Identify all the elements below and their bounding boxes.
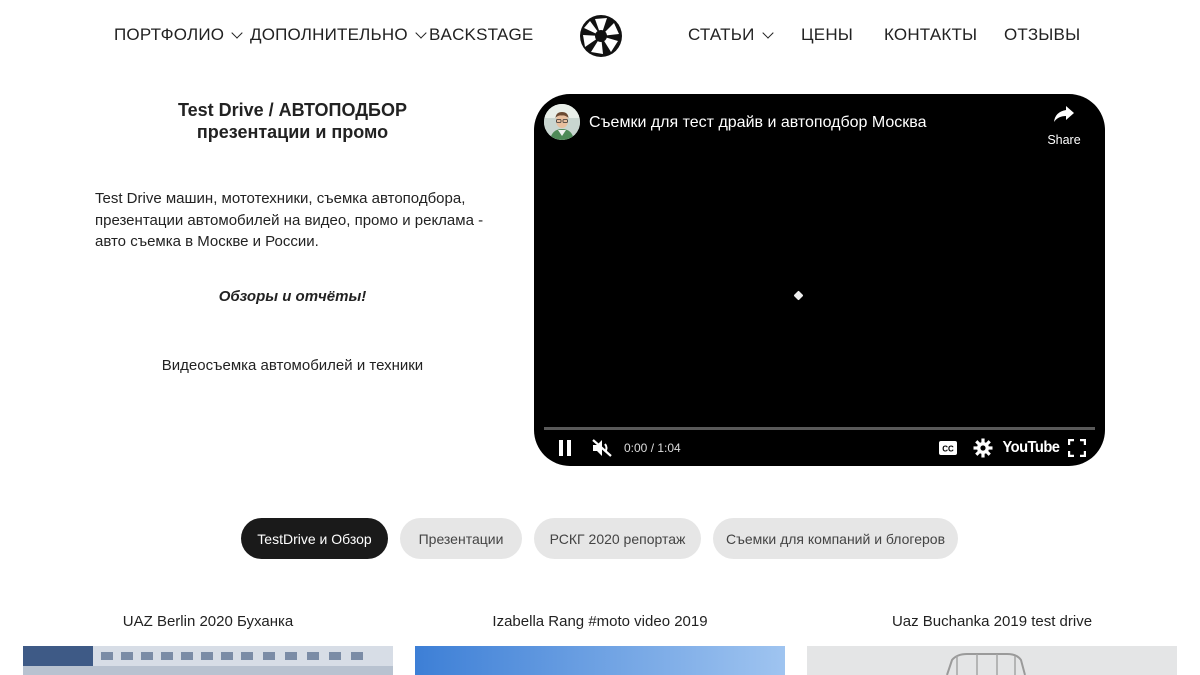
video-thumbnail[interactable] (415, 646, 785, 675)
loading-indicator (793, 290, 804, 301)
fullscreen-icon (1068, 439, 1086, 457)
intro-subtitle: Видеосъемка автомобилей и техники (161, 357, 424, 374)
nav-item-label: BACKSTAGE (429, 25, 534, 44)
fullscreen-button[interactable] (1065, 434, 1089, 462)
card-title[interactable]: UAZ Berlin 2020 Буханка (23, 613, 393, 630)
video-thumbnail[interactable] (807, 646, 1177, 675)
video-progress-bar[interactable] (544, 427, 1095, 430)
video-timecode: 0:00 / 1:04 (624, 441, 681, 455)
camera-aperture-icon[interactable] (579, 14, 623, 58)
chevron-down-icon (761, 26, 774, 39)
page-title-line: Test Drive / АВТОПОДБОР (177, 100, 408, 120)
nav-item-label: ЦЕНЫ (801, 25, 854, 44)
nav-item-articles[interactable]: СТАТЬИ (688, 25, 774, 45)
share-icon (1054, 106, 1074, 122)
muted-icon (592, 439, 612, 457)
card-title[interactable]: Izabella Rang #moto video 2019 (415, 613, 785, 630)
card-title[interactable]: Uaz Buchanka 2019 test drive (807, 613, 1177, 630)
filter-presentations[interactable]: Презентации (400, 518, 522, 559)
chevron-down-icon (415, 26, 427, 39)
pause-icon (559, 440, 571, 456)
mute-button[interactable] (590, 434, 614, 462)
filter-testdrive[interactable]: TestDrive и Обзор (241, 518, 388, 559)
svg-text:CC: CC (942, 445, 954, 454)
chevron-down-icon (231, 26, 243, 39)
nav-item-backstage[interactable]: BACKSTAGE (429, 25, 533, 45)
nav-item-label: ДОПОЛНИТЕЛЬНО (250, 25, 408, 44)
youtube-video-player[interactable]: Съемки для тест драйв и автоподбор Москв… (534, 94, 1105, 466)
settings-icon (973, 438, 993, 458)
nav-item-portfolio[interactable]: ПОРТФОЛИО (114, 25, 243, 45)
video-title[interactable]: Съемки для тест драйв и автоподбор Москв… (589, 114, 927, 132)
nav-item-label: КОНТАКТЫ (884, 25, 978, 44)
nav-item-label: ПОРТФОЛИО (114, 25, 225, 44)
youtube-logo: YouTube (1002, 439, 1060, 456)
youtube-logo-button[interactable]: YouTube (1002, 434, 1060, 462)
video-thumbnail[interactable] (23, 646, 393, 675)
nav-item-label: СТАТЬИ (688, 25, 755, 44)
share-button[interactable]: Share (1038, 104, 1090, 147)
share-label: Share (1047, 133, 1081, 147)
page-title-line: презентации и промо (196, 122, 389, 142)
nav-item-contacts[interactable]: КОНТАКТЫ (884, 25, 977, 45)
filter-rskg-2020[interactable]: РСКГ 2020 репортаж (534, 518, 701, 559)
filter-companies-bloggers[interactable]: Съемки для компаний и блогеров (713, 518, 958, 559)
nav-item-prices[interactable]: ЦЕНЫ (801, 25, 853, 45)
page-title: Test Drive / АВТОПОДБОР презентации и пр… (95, 99, 490, 143)
nav-item-reviews[interactable]: ОТЗЫВЫ (1004, 25, 1080, 45)
intro-highlight: Обзоры и отчёты! (218, 288, 367, 305)
pause-button[interactable] (554, 434, 576, 462)
video-controls: 0:00 / 1:04 CC YouTube (534, 434, 1105, 464)
main-navigation: ПОРТФОЛИО ДОПОЛНИТЕЛЬНО BACKSTAGE СТАТЬИ… (0, 0, 1200, 72)
channel-avatar[interactable] (544, 104, 580, 140)
captions-icon: CC (939, 441, 957, 455)
captions-button[interactable]: CC (936, 434, 960, 462)
settings-button[interactable] (971, 434, 995, 462)
nav-item-label: ОТЗЫВЫ (1004, 25, 1081, 44)
intro-description: Test Drive машин, мототехники, съемка ав… (95, 190, 484, 250)
nav-item-additional[interactable]: ДОПОЛНИТЕЛЬНО (250, 25, 427, 45)
